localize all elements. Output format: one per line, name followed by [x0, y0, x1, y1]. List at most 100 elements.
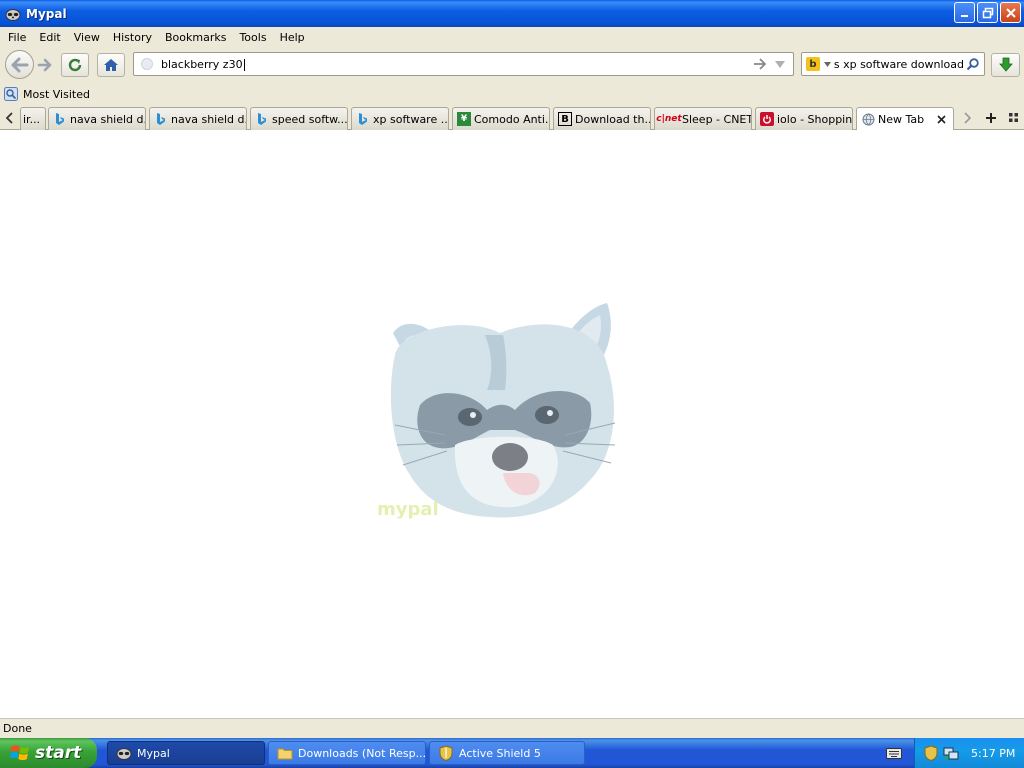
menu-history[interactable]: History — [108, 31, 160, 44]
search-bar[interactable]: b ws xp software download — [801, 52, 985, 76]
taskbar-item-downloads[interactable]: Downloads (Not Resp... — [268, 741, 426, 765]
downloads-button[interactable] — [991, 53, 1020, 77]
tab-label: iolo - Shoppin... — [777, 112, 852, 126]
status-text: Done — [3, 722, 32, 735]
tab-new-tab[interactable]: New Tab — [856, 107, 954, 131]
tab-9[interactable]: iolo - Shoppin... — [755, 107, 853, 130]
tab-scroll-left-button[interactable] — [0, 107, 20, 129]
raccoon-icon — [116, 745, 132, 761]
tab-7[interactable]: B Download th... — [553, 107, 651, 130]
home-button[interactable] — [97, 53, 125, 77]
taskbar-item-label: Active Shield 5 — [459, 746, 541, 760]
search-icon[interactable] — [964, 56, 980, 72]
home-icon — [104, 59, 118, 71]
list-all-tabs-button[interactable] — [1005, 109, 1023, 127]
close-button[interactable] — [1000, 2, 1021, 23]
tab-label: ir... — [23, 112, 41, 126]
chevron-left-icon — [6, 112, 13, 124]
forward-arrow-icon — [37, 58, 52, 72]
most-visited-icon — [4, 87, 18, 101]
globe-icon — [861, 113, 875, 127]
close-tab-icon[interactable] — [935, 113, 947, 125]
tab-3[interactable]: nava shield d... — [149, 107, 247, 130]
taskbar-item-label: Downloads (Not Resp... — [298, 746, 425, 760]
menu-bookmarks[interactable]: Bookmarks — [160, 31, 234, 44]
address-bar[interactable]: blackberry z30 — [133, 52, 794, 76]
back-button[interactable] — [5, 50, 34, 79]
tab-scroll-right-button[interactable] — [958, 109, 976, 127]
menu-file[interactable]: File — [3, 31, 34, 44]
search-input[interactable]: ws xp software download — [834, 58, 964, 71]
menu-edit[interactable]: Edit — [34, 31, 68, 44]
taskbar-item-active-shield[interactable]: Active Shield 5 — [429, 741, 585, 765]
start-button[interactable]: start — [0, 738, 97, 768]
bing-icon — [255, 112, 269, 126]
forward-button[interactable] — [34, 54, 56, 76]
network-icon[interactable] — [943, 745, 959, 761]
back-arrow-icon — [11, 57, 28, 72]
folder-icon — [277, 745, 293, 761]
taskbar: start Mypal Downloads (Not Resp... Activ… — [0, 738, 1024, 768]
chevron-down-icon[interactable] — [772, 56, 788, 72]
windows-logo-icon — [10, 745, 29, 761]
cnet-icon: c|net — [656, 114, 682, 124]
bing-icon[interactable]: b — [806, 57, 820, 71]
bookmark-most-visited[interactable]: Most Visited — [23, 88, 90, 101]
status-bar: Done — [0, 718, 1024, 738]
navigation-toolbar: blackberry z30 b ws xp software download — [0, 47, 1024, 83]
menu-help[interactable]: Help — [275, 31, 313, 44]
tab-label: xp software ... — [373, 112, 448, 126]
system-tray: 5:17 PM — [914, 738, 1024, 768]
bing-icon — [356, 112, 370, 126]
menu-view[interactable]: View — [69, 31, 108, 44]
download-arrow-icon — [998, 57, 1013, 72]
taskbar-item-mypal[interactable]: Mypal — [107, 741, 265, 765]
shield-icon — [438, 745, 454, 761]
start-label: start — [35, 743, 82, 763]
raccoon-icon — [5, 6, 21, 22]
plus-icon — [986, 113, 996, 123]
tab-6[interactable]: ¥ Comodo Anti... — [452, 107, 550, 130]
window-title: Mypal — [26, 6, 67, 21]
menu-tools[interactable]: Tools — [234, 31, 274, 44]
title-bar: Mypal — [0, 0, 1024, 27]
bookmarks-toolbar: Most Visited — [0, 83, 1024, 105]
page-favicon-icon — [141, 58, 153, 70]
tab-2[interactable]: nava shield d... — [48, 107, 146, 130]
tab-strip: ir... nava shield d... nava shield d... … — [0, 105, 1024, 131]
keyboard-icon[interactable] — [886, 746, 902, 760]
tab-8[interactable]: c|net Sleep - CNET — [654, 107, 752, 130]
mypal-raccoon-logo: mypal — [377, 303, 616, 520]
clock: 5:17 PM — [971, 746, 1016, 760]
bing-icon — [53, 112, 67, 126]
reload-icon — [68, 58, 82, 72]
minimize-button[interactable] — [954, 2, 975, 23]
tab-label: Sleep - CNET — [682, 112, 751, 126]
go-arrow-icon[interactable] — [752, 56, 768, 72]
power-icon — [760, 112, 774, 126]
bing-icon — [154, 112, 168, 126]
menu-bar: File Edit View History Bookmarks Tools H… — [0, 27, 1024, 47]
tab-label: nava shield d... — [70, 112, 145, 126]
restore-button[interactable] — [977, 2, 998, 23]
chevron-down-icon[interactable] — [823, 60, 831, 68]
tab-4[interactable]: speed softw... — [250, 107, 348, 130]
tab-label: New Tab — [878, 113, 925, 126]
grid-icon — [1009, 113, 1018, 122]
chevron-right-icon — [964, 112, 971, 124]
url-text: blackberry z30 — [161, 57, 243, 71]
tab-label: Download th... — [575, 112, 650, 126]
reload-button[interactable] — [61, 53, 89, 77]
tab-label: Comodo Anti... — [474, 112, 549, 126]
tab-1[interactable]: ir... — [20, 107, 46, 130]
tab-5[interactable]: xp software ... — [351, 107, 449, 130]
new-tab-button[interactable] — [982, 109, 1000, 127]
text-caret — [243, 58, 245, 71]
tab-label: nava shield d... — [171, 112, 246, 126]
shield-icon[interactable] — [923, 745, 939, 761]
taskbar-item-label: Mypal — [137, 746, 170, 760]
mypal-logo-text: mypal — [377, 499, 439, 520]
tab-label: speed softw... — [272, 112, 347, 126]
page-content: mypal — [0, 130, 1024, 718]
comodo-icon: ¥ — [457, 112, 471, 126]
